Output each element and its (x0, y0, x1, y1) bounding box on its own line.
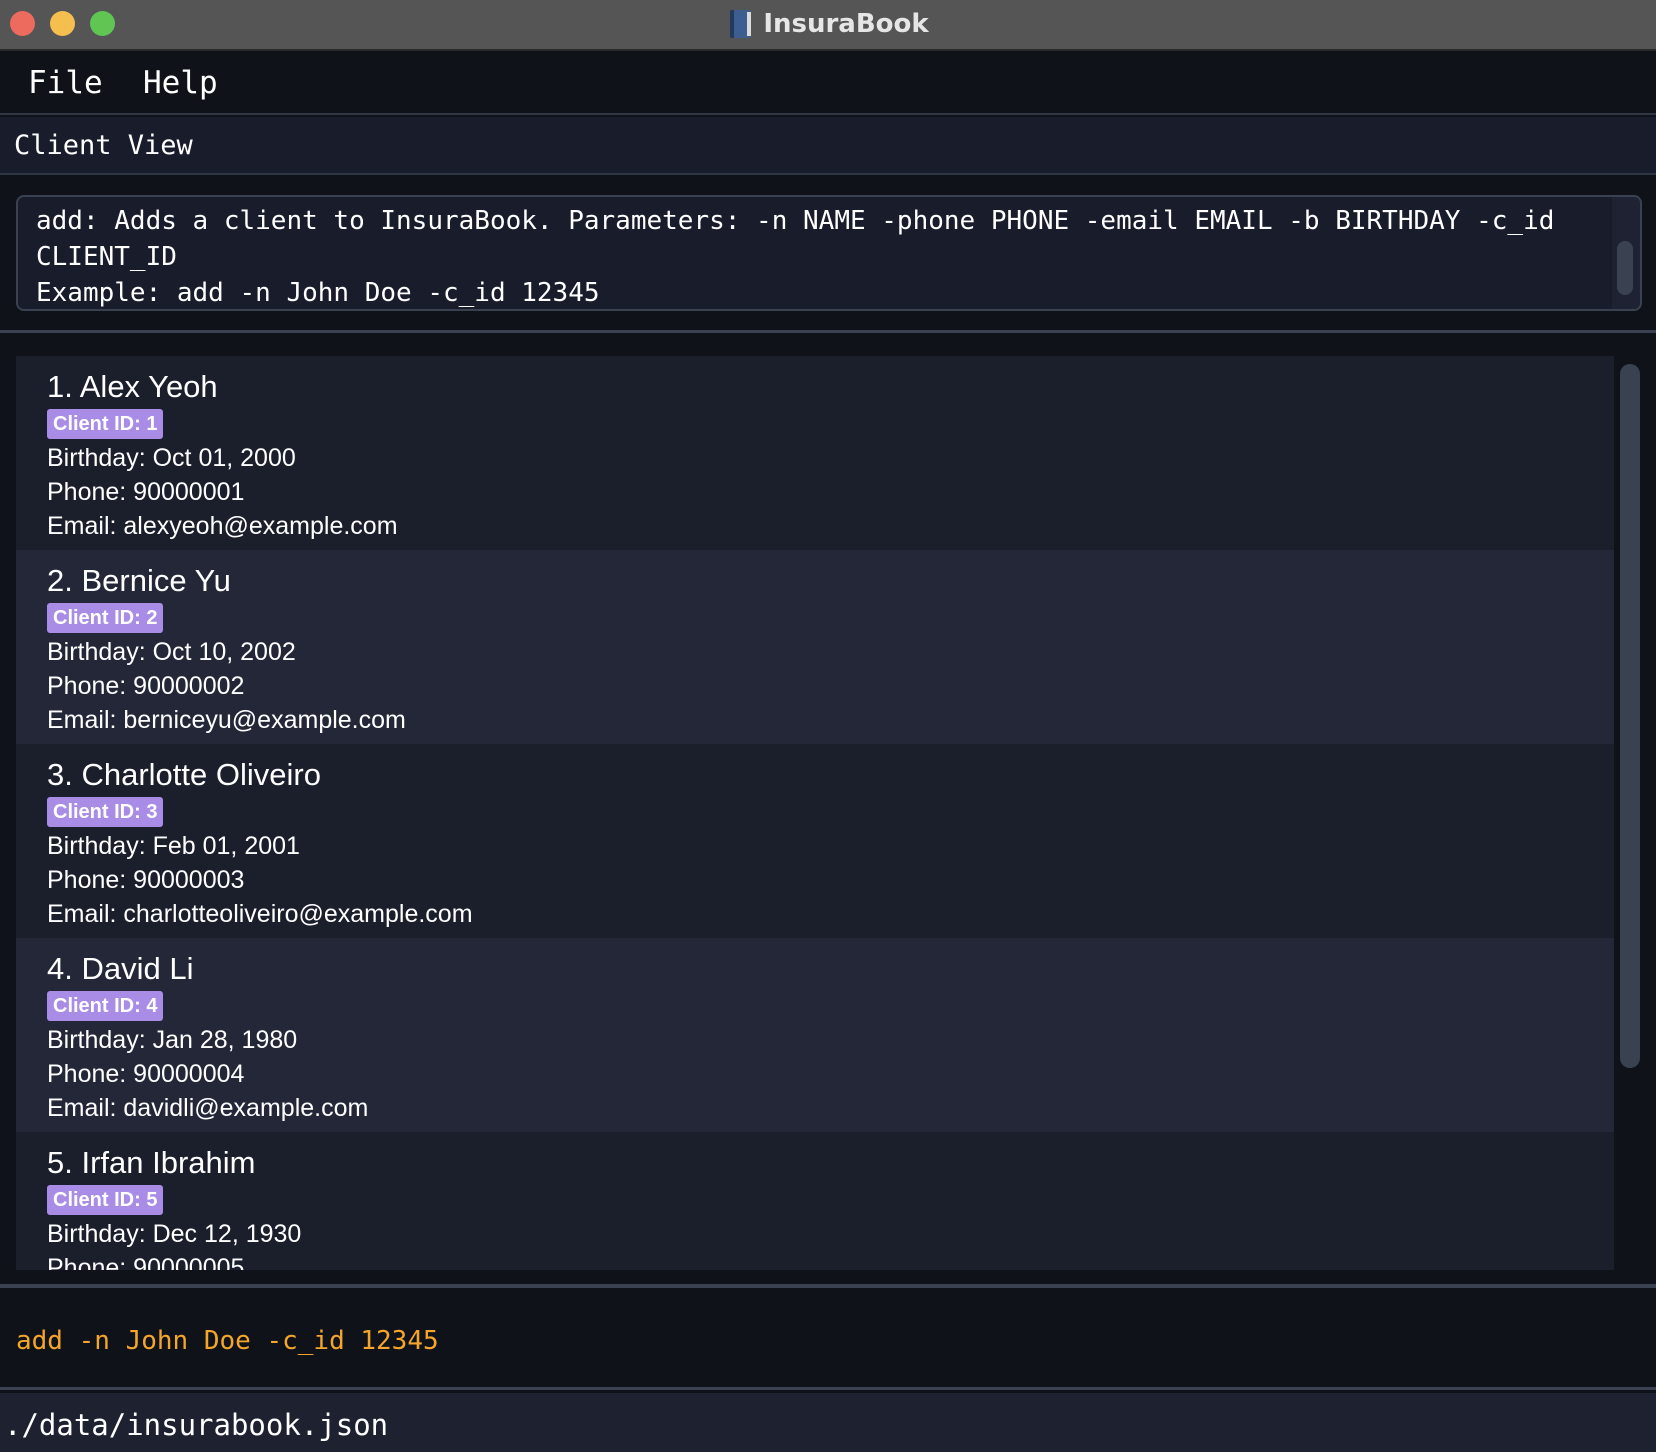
result-message: add: Adds a client to InsuraBook. Parame… (36, 206, 1555, 308)
client-card[interactable]: 1. Alex Yeoh Client ID: 1 Birthday: Oct … (16, 356, 1614, 550)
menu-help[interactable]: Help (143, 63, 218, 103)
client-name: 4. David Li (47, 951, 194, 986)
client-phone: Phone: 90000005 (47, 1254, 245, 1270)
client-card[interactable]: 4. David Li Client ID: 4 Birthday: Jan 2… (16, 938, 1614, 1132)
result-display-panel: add: Adds a client to InsuraBook. Parame… (0, 177, 1656, 333)
client-phone: Phone: 90000003 (47, 866, 245, 894)
client-id-badge: Client ID: 4 (47, 991, 164, 1021)
client-id-badge: Client ID: 2 (47, 603, 164, 633)
client-phone: Phone: 90000004 (47, 1060, 245, 1088)
client-phone: Phone: 90000002 (47, 672, 245, 700)
client-id-badge: Client ID: 3 (47, 797, 164, 827)
save-file-path: ./data/insurabook.json (4, 1408, 389, 1442)
window-title: InsuraBook (763, 9, 929, 39)
client-birthday: Birthday: Oct 10, 2002 (47, 638, 296, 666)
title-bar: InsuraBook (0, 0, 1656, 51)
app-window: InsuraBook File Help Client View add: Ad… (0, 0, 1656, 1452)
client-birthday: Birthday: Oct 01, 2000 (47, 444, 296, 472)
client-email: Email: charlotteoliveiro@example.com (47, 900, 473, 928)
window-title-group: InsuraBook (0, 0, 1656, 48)
client-birthday: Birthday: Jan 28, 1980 (47, 1026, 298, 1054)
client-id-badge: Client ID: 1 (47, 409, 164, 439)
view-header: Client View (0, 117, 1656, 175)
status-bar: ./data/insurabook.json (0, 1393, 1656, 1452)
client-id-badge: Client ID: 5 (47, 1185, 164, 1215)
client-name: 1. Alex Yeoh (47, 369, 218, 404)
client-email: Email: alexyeoh@example.com (47, 512, 398, 540)
client-email: Email: berniceyu@example.com (47, 706, 406, 734)
client-name: 5. Irfan Ibrahim (47, 1145, 256, 1180)
client-list-scrollbar-thumb[interactable] (1620, 364, 1640, 1068)
result-display[interactable]: add: Adds a client to InsuraBook. Parame… (16, 195, 1642, 311)
view-title: Client View (14, 130, 193, 161)
notebook-icon (727, 8, 753, 40)
client-name: 3. Charlotte Oliveiro (47, 757, 321, 792)
command-input[interactable] (14, 1320, 1634, 1362)
client-phone: Phone: 90000001 (47, 478, 245, 506)
command-box (0, 1292, 1656, 1390)
client-birthday: Birthday: Feb 01, 2001 (47, 832, 300, 860)
menu-bar: File Help (0, 53, 1656, 115)
client-birthday: Birthday: Dec 12, 1930 (47, 1220, 302, 1248)
client-card[interactable]: 5. Irfan Ibrahim Client ID: 5 Birthday: … (16, 1132, 1614, 1270)
client-list-panel: 1. Alex Yeoh Client ID: 1 Birthday: Oct … (0, 336, 1656, 1288)
result-scrollbar-thumb[interactable] (1617, 241, 1633, 295)
client-name: 2. Bernice Yu (47, 563, 231, 598)
client-card[interactable]: 3. Charlotte Oliveiro Client ID: 3 Birth… (16, 744, 1614, 938)
result-scrollbar[interactable] (1612, 197, 1640, 309)
client-email: Email: davidli@example.com (47, 1094, 369, 1122)
client-list[interactable]: 1. Alex Yeoh Client ID: 1 Birthday: Oct … (16, 356, 1614, 1270)
menu-file[interactable]: File (28, 63, 103, 103)
client-card[interactable]: 2. Bernice Yu Client ID: 2 Birthday: Oct… (16, 550, 1614, 744)
